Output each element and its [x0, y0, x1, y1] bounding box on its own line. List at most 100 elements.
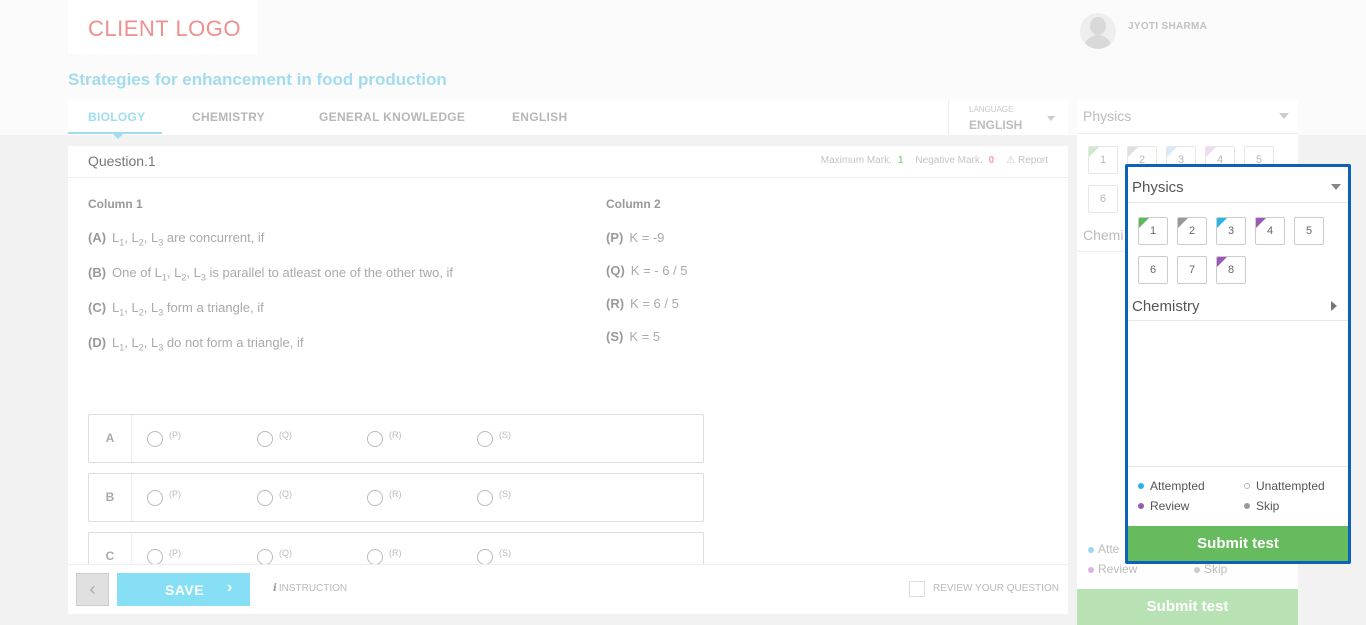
- column2-item: (R) K = 6 / 5: [606, 296, 679, 311]
- tab-chemistry[interactable]: CHEMISTRY: [192, 110, 265, 124]
- question-title: Question.1: [88, 153, 156, 169]
- question-panel: Question.1 Maximum Mark. 1 Negative Mark…: [68, 146, 1068, 566]
- match-row-a: A (P) (Q) (R) (S): [88, 414, 704, 463]
- column1-item: (B) One of L1, L2, L3 is parallel to atle…: [88, 265, 454, 283]
- user-name[interactable]: JYOTI SHARMA: [1128, 21, 1207, 32]
- radio-b-p[interactable]: [147, 490, 163, 506]
- radio-b-q[interactable]: [257, 490, 273, 506]
- review-label: REVIEW YOUR QUESTION: [933, 583, 1059, 594]
- faded-submit-button[interactable]: Submit test: [1077, 589, 1298, 625]
- page-title: Strategies for enhancement in food produ…: [68, 70, 447, 89]
- radio-a-p[interactable]: [147, 431, 163, 447]
- radio-c-r[interactable]: [367, 549, 383, 565]
- question-footer: ‹ SAVE › i INSTRUCTION REVIEW YOUR QUESTI…: [68, 564, 1068, 614]
- radio-b-r[interactable]: [367, 490, 383, 506]
- palette-question-8[interactable]: 8: [1216, 256, 1246, 284]
- palette-question-5[interactable]: 5: [1294, 217, 1324, 245]
- palette-question-6[interactable]: 6: [1138, 256, 1168, 284]
- info-icon: i: [273, 583, 277, 594]
- radio-a-s[interactable]: [477, 431, 493, 447]
- status-flag: [1256, 218, 1267, 229]
- status-flag: [1217, 257, 1228, 268]
- radio-label: (R): [389, 489, 402, 499]
- neg-mark-value: 0: [988, 155, 995, 166]
- radio-label: (R): [389, 430, 402, 440]
- chevron-down-icon: [1279, 113, 1289, 119]
- radio-a-q[interactable]: [257, 431, 273, 447]
- radio-label: (S): [499, 430, 511, 440]
- radio-c-s[interactable]: [477, 549, 493, 565]
- language-value: ENGLISH: [969, 118, 1023, 132]
- report-label: Report: [1017, 155, 1048, 166]
- avatar-icon[interactable]: [1080, 13, 1116, 49]
- column1-heading: Column 1: [88, 197, 143, 211]
- logo-text: CLIENT LOGO: [88, 16, 242, 41]
- save-button[interactable]: SAVE ›: [117, 573, 250, 606]
- faded-subject: Physics: [1083, 108, 1132, 124]
- tab-general-knowledge[interactable]: GENERAL KNOWLEDGE: [319, 110, 465, 124]
- faded-legend-attempted: Atte: [1088, 542, 1119, 556]
- palette-question-3[interactable]: 3: [1216, 217, 1246, 245]
- radio-label: (Q): [279, 489, 292, 499]
- legend-review: Review: [1138, 499, 1189, 513]
- language-select[interactable]: LANGUAGE ENGLISH: [948, 100, 1068, 135]
- neg-mark-label: Negative Mark.: [915, 155, 983, 166]
- warning-icon: ⚠: [1006, 155, 1016, 166]
- match-row-label: B: [89, 474, 132, 521]
- language-label: LANGUAGE: [969, 105, 1014, 114]
- radio-b-s[interactable]: [477, 490, 493, 506]
- column2-item: (P) K = -9: [606, 230, 665, 245]
- faded-legend-skip: Skip: [1194, 562, 1227, 576]
- instruction-link[interactable]: i INSTRUCTION: [273, 583, 347, 594]
- radio-label: (P): [169, 430, 181, 440]
- palette-subject-physics[interactable]: Physics: [1132, 179, 1184, 196]
- question-header: Question.1 Maximum Mark. 1 Negative Mark…: [68, 146, 1068, 178]
- faded-legend-review: Review: [1088, 562, 1137, 576]
- radio-c-q[interactable]: [257, 549, 273, 565]
- palette-question-7[interactable]: 7: [1177, 256, 1207, 284]
- radio-label: (S): [499, 489, 511, 499]
- client-logo: CLIENT LOGO: [68, 0, 257, 54]
- faded-question-1: 1: [1088, 146, 1118, 174]
- radio-c-p[interactable]: [147, 549, 163, 565]
- palette-question-2[interactable]: 2: [1177, 217, 1207, 245]
- chevron-down-icon[interactable]: [1331, 184, 1341, 190]
- question-palette: Physics 12345 678 Chemistry Attempted Una…: [1125, 164, 1351, 564]
- review-checkbox[interactable]: [909, 581, 925, 597]
- column2-heading: Column 2: [606, 197, 661, 211]
- radio-label: (P): [169, 548, 181, 558]
- radio-label: (Q): [279, 548, 292, 558]
- column1-item: (A) L1, L2, L3 are concurrent, if: [88, 230, 265, 248]
- previous-button[interactable]: ‹: [76, 573, 109, 606]
- palette-question-1[interactable]: 1: [1138, 217, 1168, 245]
- chevron-right-icon[interactable]: [1331, 301, 1337, 311]
- submit-test-button[interactable]: Submit test: [1128, 526, 1348, 561]
- faded-question-6: 6: [1088, 185, 1118, 213]
- match-row-b: B (P) (Q) (R) (S): [88, 473, 704, 522]
- column2-item: (Q) K = - 6 / 5: [606, 263, 688, 278]
- faded-chemistry: Chemi: [1083, 227, 1124, 243]
- status-flag: [1217, 218, 1228, 229]
- match-row-label: A: [89, 415, 132, 462]
- max-mark-label: Maximum Mark.: [820, 155, 892, 166]
- radio-label: (R): [389, 548, 402, 558]
- active-tab-caret: [112, 133, 124, 139]
- radio-a-r[interactable]: [367, 431, 383, 447]
- report-button[interactable]: ⚠ Report: [1006, 155, 1048, 166]
- chevron-down-icon: [1047, 116, 1055, 121]
- legend-attempted: Attempted: [1138, 479, 1205, 493]
- skip-dot: [1244, 503, 1250, 509]
- legend-skip: Skip: [1244, 499, 1279, 513]
- chevron-right-icon: ›: [227, 579, 233, 596]
- column2-item: (S) K = 5: [606, 329, 661, 344]
- column1-item: (D) L1, L2, L3 do not form a triangle, if: [88, 335, 304, 353]
- tab-biology[interactable]: BIOLOGY: [88, 110, 145, 124]
- palette-subject-chemistry[interactable]: Chemistry: [1132, 298, 1200, 315]
- save-label: SAVE: [165, 582, 205, 598]
- review-dot: [1138, 503, 1144, 509]
- column1-item: (C) L1, L2, L3 form a triangle, if: [88, 300, 264, 318]
- status-flag: [1139, 218, 1150, 229]
- tab-english[interactable]: ENGLISH: [512, 110, 567, 124]
- unattempted-dot: [1244, 483, 1250, 489]
- palette-question-4[interactable]: 4: [1255, 217, 1285, 245]
